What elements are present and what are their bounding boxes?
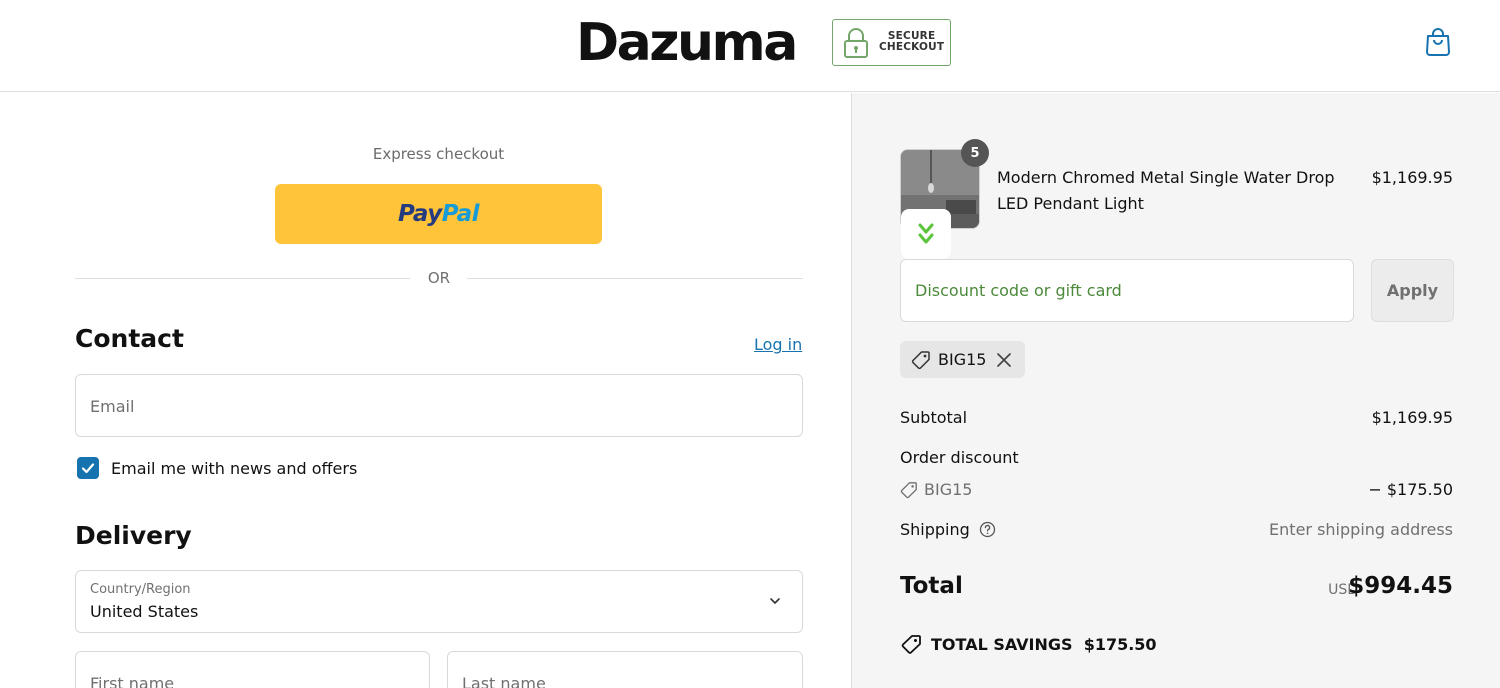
chevron-down-icon <box>770 598 780 604</box>
subtotal-value: $1,169.95 <box>1371 408 1453 427</box>
last-name-field[interactable]: Last name <box>447 651 803 688</box>
subtotal-label: Subtotal <box>900 408 968 427</box>
double-chevron-down-icon <box>918 223 934 244</box>
product-name: Modern Chromed Metal Single Water Drop L… <box>997 168 1335 213</box>
apply-discount-button[interactable]: Apply <box>1371 259 1454 322</box>
order-discount-label: Order discount <box>900 448 1019 467</box>
total-label: Total <box>900 573 963 599</box>
or-divider: OR <box>75 269 803 289</box>
login-link[interactable]: Log in <box>754 335 802 354</box>
checkmark-icon <box>81 463 95 474</box>
order-discount-value: − $175.50 <box>1368 480 1453 499</box>
country-label: Country/Region <box>90 582 191 597</box>
email-placeholder: Email <box>90 397 135 416</box>
tag-icon <box>911 351 930 370</box>
country-select[interactable]: Country/Region United States <box>75 570 803 633</box>
collapse-badge[interactable] <box>901 209 951 259</box>
checkout-form: Express checkout PayPal OR Contact Log i… <box>0 93 851 688</box>
remove-discount-icon[interactable] <box>995 351 1013 369</box>
product-price: $1,169.95 <box>1371 168 1453 187</box>
country-value: United States <box>90 602 199 621</box>
paypal-button[interactable]: PayPal <box>275 184 602 244</box>
shipping-row: Shipping <box>900 520 996 539</box>
secure-checkout-badge: SECURE CHECKOUT <box>832 19 951 66</box>
contact-heading: Contact <box>75 324 184 353</box>
lock-icon <box>844 28 868 58</box>
or-text: OR <box>427 269 451 287</box>
applied-discount-code: BIG15 <box>938 350 987 369</box>
express-checkout-label: Express checkout <box>372 145 505 163</box>
savings-label: TOTAL SAVINGS <box>931 635 1073 654</box>
site-header: Dazuma SECURE CHECKOUT <box>0 0 1500 92</box>
last-name-placeholder: Last name <box>462 674 546 688</box>
applied-discount-chip: BIG15 <box>900 341 1025 378</box>
order-discount-code: BIG15 <box>924 480 973 499</box>
savings-tag-icon <box>901 635 921 654</box>
paypal-wordmark-pay: Pay <box>398 201 442 227</box>
first-name-placeholder: First name <box>90 674 175 688</box>
shipping-label: Shipping <box>900 520 970 539</box>
shipping-value: Enter shipping address <box>1269 520 1453 539</box>
brand-logo[interactable]: Dazuma <box>576 10 798 76</box>
help-icon[interactable] <box>979 521 996 538</box>
newsletter-checkbox[interactable] <box>77 457 99 479</box>
discount-code-input[interactable]: Discount code or gift card <box>900 259 1354 322</box>
quantity-badge: 5 <box>961 139 989 167</box>
shopping-bag-icon[interactable] <box>1424 27 1452 57</box>
first-name-field[interactable]: First name <box>75 651 430 688</box>
order-discount-code-row: BIG15 <box>900 480 972 499</box>
paypal-wordmark-pal: Pal <box>441 201 480 227</box>
secure-badge-line2: CHECKOUT <box>879 41 945 53</box>
email-field[interactable]: Email <box>75 374 803 437</box>
savings-value: $175.50 <box>1083 635 1157 654</box>
tag-icon <box>900 482 917 499</box>
discount-placeholder: Discount code or gift card <box>915 281 1122 300</box>
order-summary: 5 Modern Chromed Metal Single Water Drop… <box>851 93 1500 688</box>
newsletter-label: Email me with news and offers <box>111 459 358 478</box>
total-value: $994.45 <box>1348 573 1453 599</box>
delivery-heading: Delivery <box>75 521 192 550</box>
